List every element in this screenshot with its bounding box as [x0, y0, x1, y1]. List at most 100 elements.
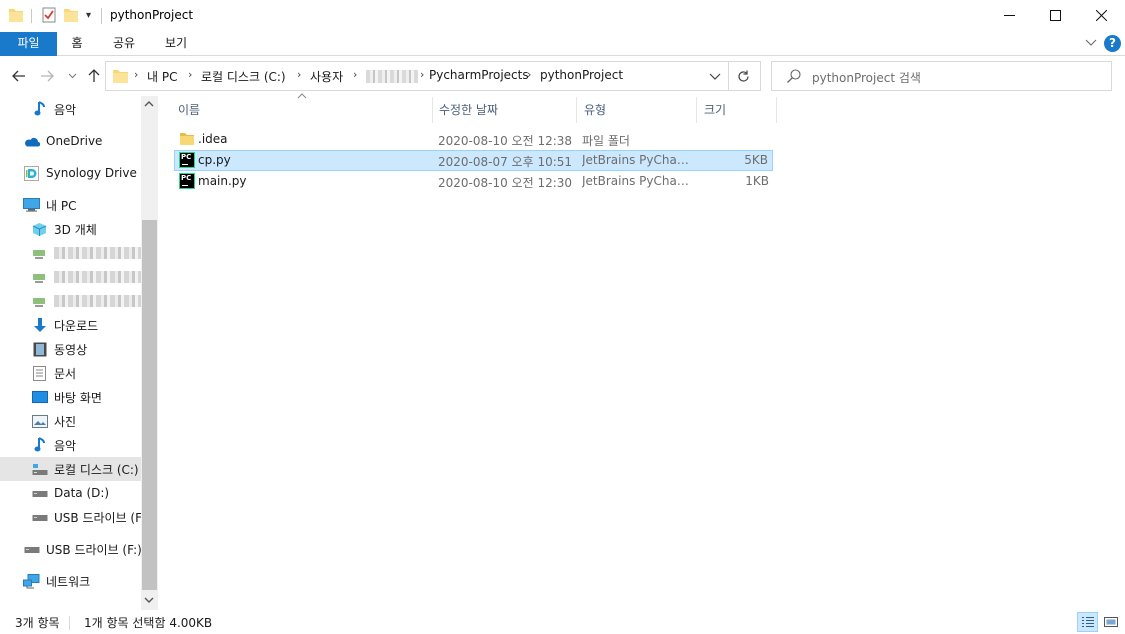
breadcrumb-separator[interactable]: › [188, 68, 192, 81]
help-icon[interactable]: ? [1104, 35, 1121, 52]
sidebar-item-downloads[interactable]: 다운로드 [0, 313, 141, 337]
breadcrumb-separator[interactable]: › [527, 68, 531, 81]
column-header-type[interactable]: 유형 [584, 97, 694, 123]
new-folder-icon[interactable] [64, 7, 78, 23]
breadcrumb-pycharmprojects[interactable]: PycharmProjects [429, 68, 529, 82]
forward-button[interactable] [38, 67, 56, 85]
column-header-size[interactable]: 크기 [704, 97, 774, 123]
arrow-left-icon [12, 70, 25, 82]
file-row[interactable]: .idea 2020-08-10 오전 12:38 파일 폴더 [174, 129, 773, 150]
tab-share[interactable]: 공유 [106, 32, 142, 56]
address-history-dropdown-icon[interactable] [709, 68, 721, 84]
sidebar-item-label: 3D 개체 [54, 222, 97, 237]
item-count: 3개 항목 [15, 616, 60, 630]
breadcrumb-users[interactable]: 사용자 [310, 68, 343, 85]
column-divider[interactable] [696, 97, 697, 123]
sidebar-item-music[interactable]: 음악 [0, 433, 141, 457]
sidebar-item-local-disk[interactable]: 로컬 디스크 (C:) [0, 457, 141, 481]
folder-icon[interactable] [9, 7, 23, 23]
sidebar-item-usb-drive[interactable]: USB 드라이브 (F:) [0, 505, 141, 529]
sidebar-item-pictures[interactable]: 사진 [0, 409, 141, 433]
file-type: 파일 폴더 [582, 134, 630, 148]
sidebar-item-this-pc[interactable]: 내 PC [0, 193, 141, 217]
column-divider[interactable] [576, 97, 577, 123]
sidebar-item-videos[interactable]: 동영상 [0, 337, 141, 361]
file-type: JetBrains PyCharm [582, 174, 692, 188]
recent-locations-button[interactable] [63, 67, 81, 85]
minimize-button[interactable] [986, 0, 1032, 31]
sidebar-item-network[interactable]: 네트워크 [0, 569, 141, 593]
redacted-username[interactable] [366, 70, 418, 83]
navigation-pane: 음악 OneDrive Synology Drive - 내 PC 3D 개체 … [0, 96, 158, 610]
quick-access-dropdown-icon[interactable]: ▾ [86, 10, 91, 21]
scrollbar-thumb[interactable] [142, 220, 157, 590]
scroll-up-icon[interactable] [144, 100, 154, 108]
sidebar-item-label: OneDrive [46, 134, 103, 148]
file-date: 2020-08-07 오후 10:51 [438, 155, 573, 169]
sidebar-item-network-drive[interactable] [0, 289, 141, 313]
tab-home[interactable]: 홈 [60, 32, 94, 56]
breadcrumb-local-disk[interactable]: 로컬 디스크 (C:) [201, 68, 286, 85]
details-view-button[interactable] [1077, 612, 1098, 632]
computer-icon [23, 197, 40, 213]
up-button[interactable] [85, 67, 103, 85]
expand-ribbon-icon[interactable] [1085, 36, 1097, 48]
desktop-icon [31, 389, 48, 405]
breadcrumb-separator[interactable]: › [420, 68, 424, 81]
file-row-selected[interactable]: PC cp.py 2020-08-07 오후 10:51 JetBrains P… [174, 150, 773, 171]
sidebar-item-onedrive[interactable]: OneDrive [0, 129, 141, 153]
file-row[interactable]: PC main.py 2020-08-10 오전 12:30 JetBrains… [174, 171, 773, 192]
file-size: 5KB [744, 153, 768, 167]
arrow-right-icon [41, 70, 54, 82]
sidebar-item-label: 로컬 디스크 (C:) [54, 462, 139, 477]
sidebar-item-label: 음악 [54, 438, 77, 453]
breadcrumb-separator[interactable]: › [353, 68, 357, 81]
back-button[interactable] [10, 67, 28, 85]
network-drive-icon [31, 245, 48, 261]
close-icon [1095, 10, 1107, 21]
sidebar-item-synology-drive[interactable]: Synology Drive - [0, 161, 141, 185]
properties-icon[interactable] [42, 7, 56, 23]
sidebar-item-network-drive[interactable] [0, 241, 141, 265]
sidebar-item-label: Synology Drive - [46, 166, 141, 180]
title-bar: ▾ pythonProject [0, 0, 1125, 32]
address-bar[interactable]: › 내 PC › 로컬 디스크 (C:) › 사용자 › › PycharmPr… [105, 61, 761, 91]
file-date: 2020-08-10 오전 12:38 [438, 134, 573, 148]
breadcrumb-separator[interactable]: › [297, 68, 301, 81]
search-icon [787, 69, 801, 83]
music-icon [31, 101, 48, 117]
close-button[interactable] [1078, 0, 1124, 31]
breadcrumb-this-pc[interactable]: 내 PC [147, 68, 177, 85]
sidebar-item-documents[interactable]: 문서 [0, 361, 141, 385]
redacted-drive-label [54, 271, 141, 283]
network-drive-icon [31, 293, 48, 309]
synology-drive-icon [23, 165, 40, 181]
network-drive-icon [31, 269, 48, 285]
music-icon [31, 437, 48, 453]
sidebar-item-data-drive[interactable]: Data (D:) [0, 481, 141, 505]
tab-file[interactable]: 파일 [0, 32, 57, 56]
sidebar-item-label: 내 PC [46, 198, 77, 213]
column-header-name[interactable]: 이름 [178, 97, 430, 123]
local-disk-icon [31, 461, 48, 477]
column-divider[interactable] [776, 97, 777, 123]
sidebar-item-music[interactable]: 음악 [0, 97, 141, 121]
sidebar-item-network-drive[interactable] [0, 265, 141, 289]
tab-view[interactable]: 보기 [156, 32, 196, 56]
sidebar-item-label: 문서 [54, 366, 77, 381]
maximize-button[interactable] [1032, 0, 1078, 31]
sidebar-item-3d-objects[interactable]: 3D 개체 [0, 217, 141, 241]
column-header-date-modified[interactable]: 수정한 날짜 [439, 97, 573, 123]
search-box[interactable]: pythonProject 검색 [771, 61, 1112, 91]
navigation-scrollbar[interactable] [141, 96, 158, 610]
column-divider[interactable] [432, 97, 433, 123]
sidebar-item-desktop[interactable]: 바탕 화면 [0, 385, 141, 409]
sidebar-item-usb-drive[interactable]: USB 드라이브 (F:) [0, 537, 141, 561]
refresh-button[interactable] [728, 61, 757, 91]
sidebar-item-label: 네트워크 [46, 574, 91, 589]
scroll-down-icon[interactable] [144, 596, 154, 604]
breadcrumb-pythonproject[interactable]: pythonProject [540, 68, 623, 82]
large-icons-view-button[interactable] [1100, 612, 1121, 632]
breadcrumb-separator[interactable]: › [134, 68, 138, 81]
sidebar-item-label: 바탕 화면 [54, 390, 102, 405]
